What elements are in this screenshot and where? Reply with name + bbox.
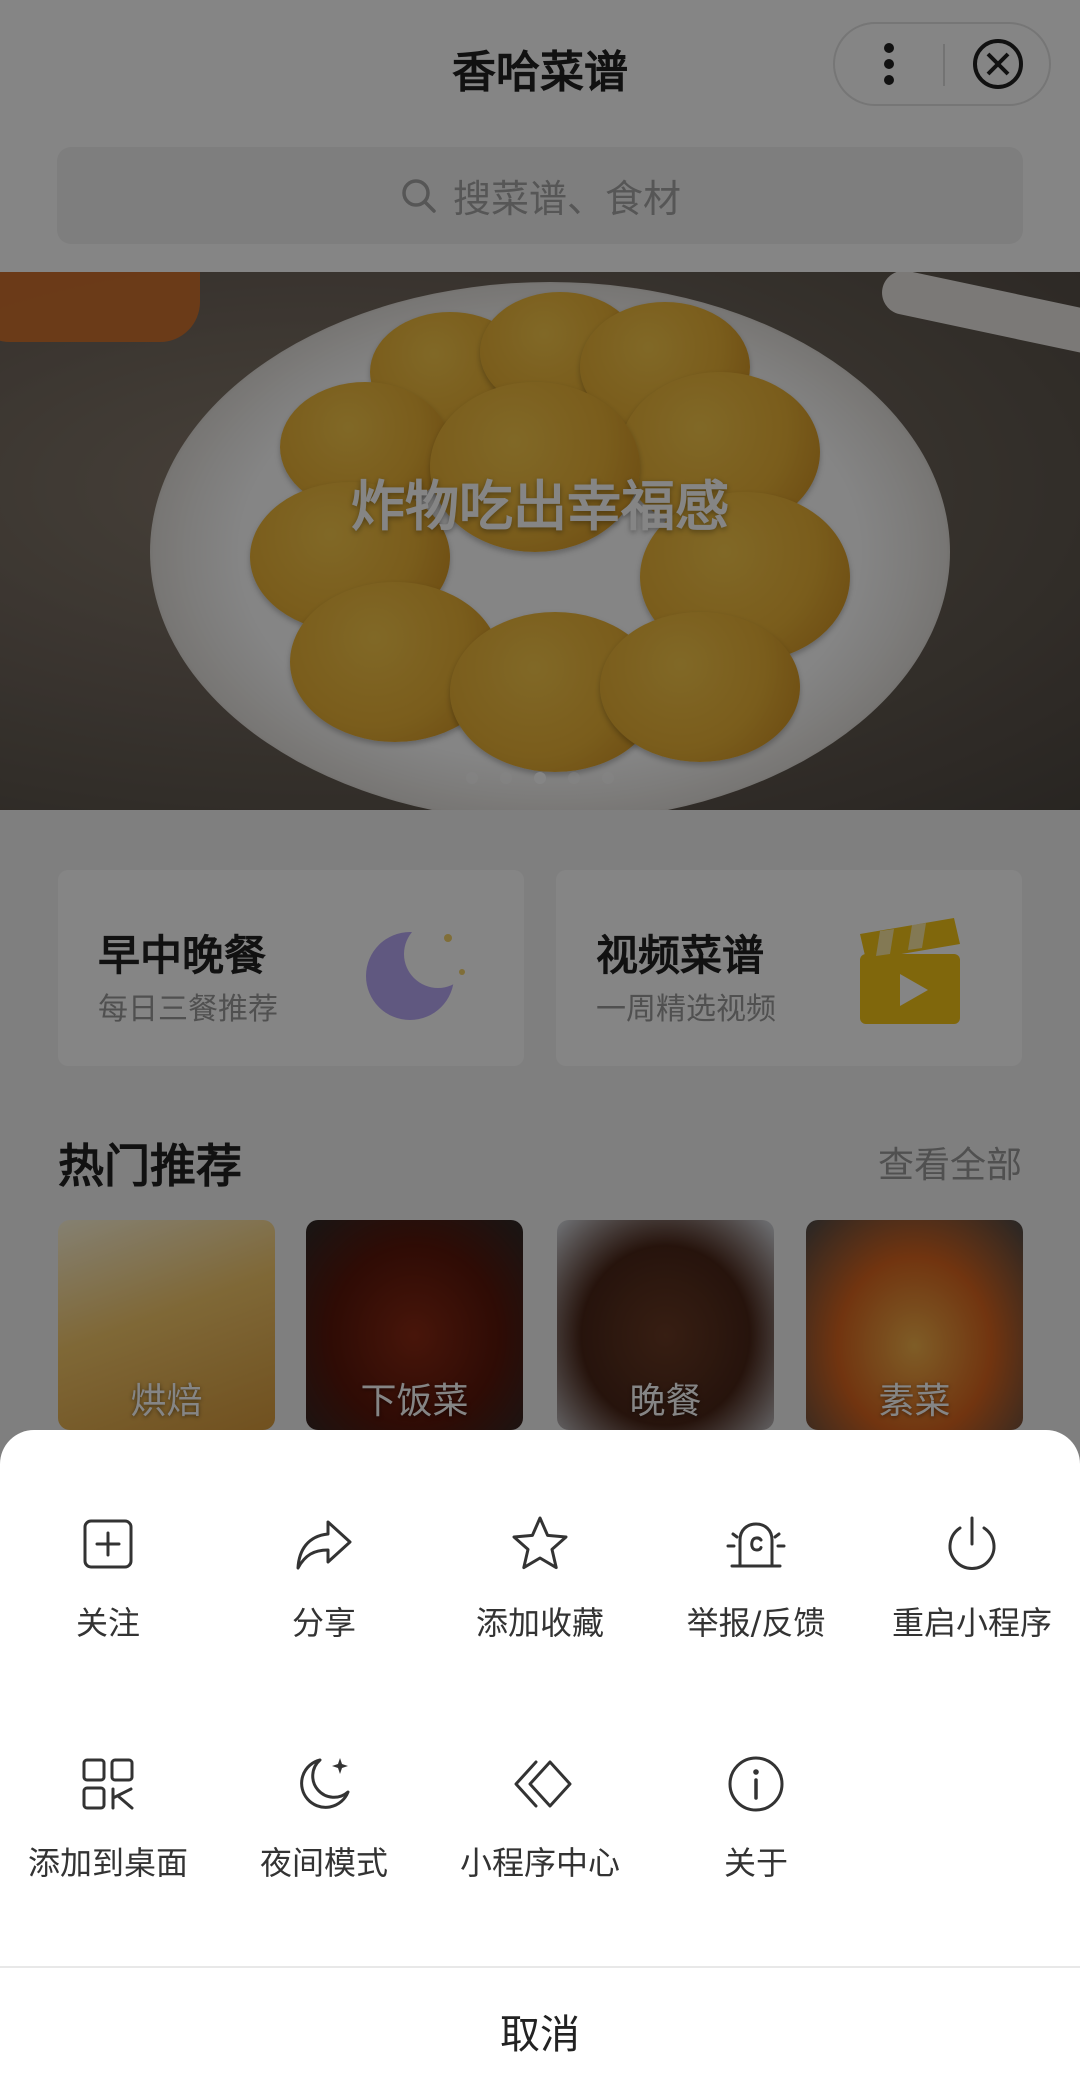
about-action[interactable]: 关于 [648,1752,864,1884]
add-to-desktop-icon [82,1758,134,1810]
action-label: 重启小程序 [891,1604,1052,1642]
star-icon [512,1516,568,1570]
mini-program-center-icon [514,1760,572,1808]
action-label: 分享 [291,1604,356,1642]
plus-square-icon [83,1519,133,1569]
add-to-desktop-action[interactable]: 添加到桌面 [0,1752,216,1884]
alarm-icon [726,1522,786,1568]
action-label: 夜间模式 [259,1844,388,1882]
action-label: 关注 [75,1604,140,1642]
add-favorite-action[interactable]: 添加收藏 [432,1512,648,1644]
follow-action[interactable]: 关注 [0,1512,216,1644]
action-label: 举报/反馈 [686,1604,826,1642]
action-label: 添加收藏 [475,1604,604,1642]
mini-program-center-action[interactable]: 小程序中心 [432,1752,648,1884]
action-label: 添加到桌面 [27,1844,188,1882]
share-action[interactable]: 分享 [216,1512,432,1644]
restart-mini-program-action[interactable]: 重启小程序 [864,1512,1080,1644]
report-feedback-action[interactable]: 举报/反馈 [648,1512,864,1644]
action-label: 关于 [723,1844,788,1882]
cancel-button[interactable]: 取消 [0,1968,1080,2094]
night-mode-action[interactable]: 夜间模式 [216,1752,432,1884]
power-icon [948,1516,996,1570]
action-label: 小程序中心 [459,1844,620,1882]
night-mode-icon [300,1758,350,1809]
share-icon [296,1520,352,1570]
info-icon [728,1756,784,1812]
action-sheet: 关注 分享 添加收藏 举报/反馈 重启小程序 添加到桌面 夜间模式 小程序中心 … [0,1430,1080,2094]
